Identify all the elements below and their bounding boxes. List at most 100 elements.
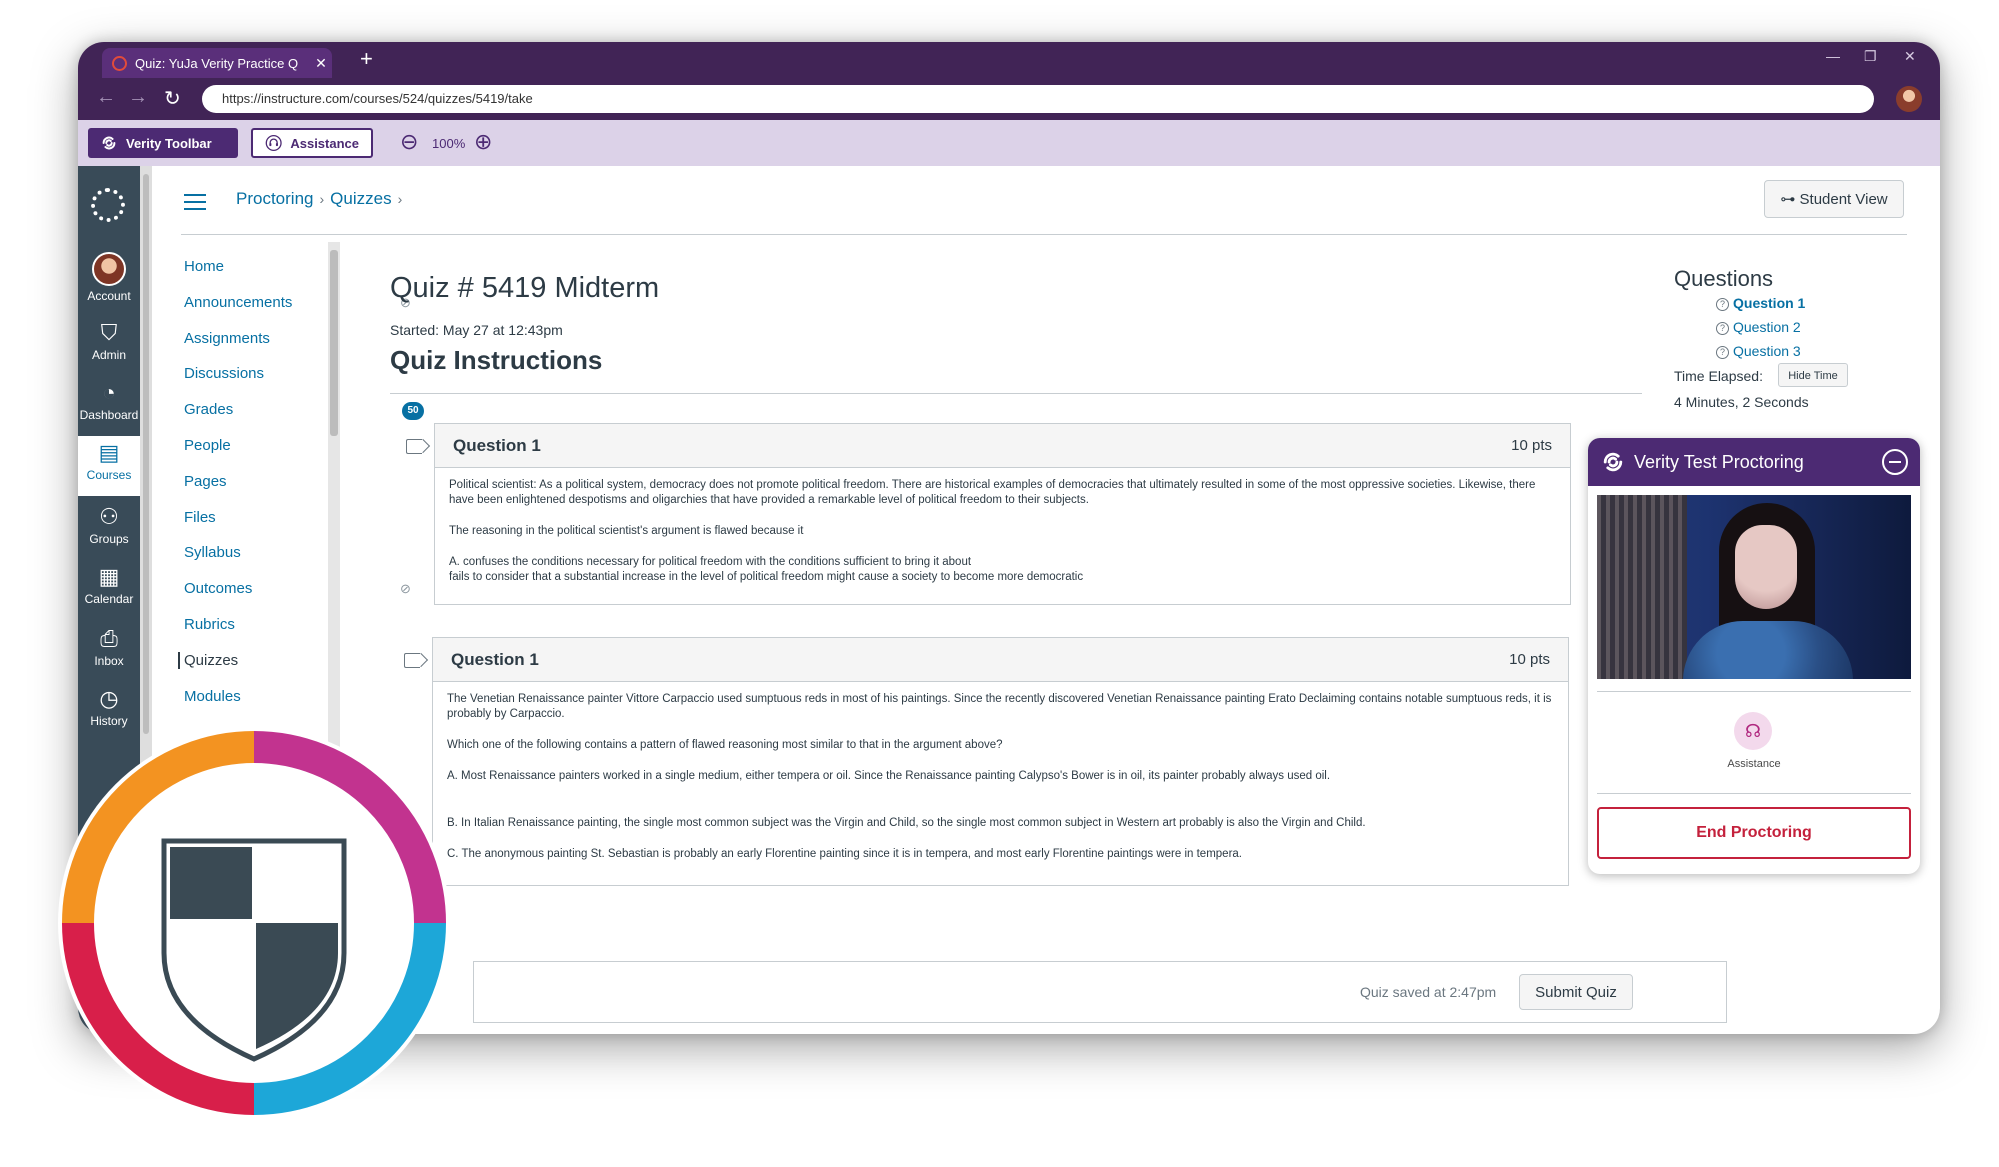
zoom-in-icon[interactable]: ⊕ — [474, 130, 492, 154]
proctoring-panel: Verity Test Proctoring ☊ Assistance End … — [1588, 438, 1920, 874]
course-nav-files[interactable]: Files — [184, 509, 216, 526]
assistance-headset-icon[interactable]: ☊ — [1734, 712, 1772, 750]
profile-avatar[interactable] — [1896, 86, 1922, 112]
panel-divider — [1597, 793, 1911, 794]
course-nav-quizzes[interactable]: Quizzes — [178, 652, 238, 669]
dashboard-icon: ◔ — [102, 380, 116, 405]
verity-logo-icon — [1603, 452, 1623, 472]
forward-icon[interactable]: → — [128, 86, 148, 109]
student-view-button[interactable]: ⊶ Student View — [1764, 180, 1904, 218]
course-nav-outcomes[interactable]: Outcomes — [184, 580, 252, 597]
question-link-1[interactable]: ? Question 1 — [1716, 295, 1805, 311]
course-nav-pages[interactable]: Pages — [184, 473, 227, 490]
global-nav-history[interactable]: ◷ History — [78, 686, 140, 728]
course-nav-announcements[interactable]: Announcements — [184, 294, 292, 311]
question-header: Question 1 10 pts — [435, 424, 1570, 468]
question-header: Question 1 10 pts — [433, 638, 1568, 682]
minimize-icon[interactable]: — — [1826, 48, 1840, 64]
question-name: Question 1 — [451, 649, 539, 669]
course-nav-assignments[interactable]: Assignments — [184, 330, 270, 347]
header-divider — [181, 234, 1907, 235]
question-link-2[interactable]: ? Question 2 — [1716, 319, 1801, 335]
answer-option[interactable]: B. In Italian Renaissance painting, the … — [447, 816, 1554, 831]
answer-option[interactable]: A. Most Renaissance painters worked in a… — [447, 769, 1554, 784]
global-nav-label: Groups — [89, 532, 129, 546]
panel-divider — [1597, 691, 1911, 692]
question-link-label: Question 3 — [1733, 343, 1801, 359]
quiz-instructions-heading: Quiz Instructions — [390, 345, 603, 375]
course-nav-people[interactable]: People — [184, 437, 231, 454]
global-nav-dashboard[interactable]: ◔ Dashboard — [78, 380, 140, 422]
global-nav-admin[interactable]: ⛉ Admin — [78, 320, 140, 362]
proctoring-title: Verity Test Proctoring — [1634, 451, 1804, 472]
student-view-label: Student View — [1799, 191, 1888, 208]
verity-toolbar: Verity Toolbar Assistance ⊖ 100% ⊕ — [78, 120, 1940, 166]
global-nav-calendar[interactable]: ▦ Calendar — [78, 564, 140, 606]
headset-icon — [265, 134, 282, 152]
breadcrumb-proctoring[interactable]: Proctoring — [236, 189, 313, 208]
reload-icon[interactable]: ↻ — [164, 86, 181, 111]
verity-toolbar-button[interactable]: Verity Toolbar — [88, 128, 238, 158]
calendar-icon: ▦ — [98, 564, 120, 589]
new-tab-button[interactable]: + — [360, 46, 373, 72]
browser-tab[interactable]: Quiz: YuJa Verity Practice Q ✕ — [102, 48, 332, 78]
back-icon[interactable]: ← — [96, 86, 116, 109]
question-mark-icon: ? — [1716, 322, 1729, 335]
course-nav-discussions[interactable]: Discussions — [184, 365, 264, 382]
close-window-icon[interactable]: ✕ — [1904, 48, 1916, 65]
groups-icon: ⚇ — [99, 504, 119, 529]
question-card: Question 1 10 pts Political scientist: A… — [434, 423, 1571, 605]
global-nav-groups[interactable]: ⚇ Groups — [78, 504, 140, 546]
course-nav-modules[interactable]: Modules — [184, 688, 241, 705]
tab-favicon-icon — [112, 55, 127, 71]
course-nav-rubrics[interactable]: Rubrics — [184, 616, 235, 633]
global-nav-label: Dashboard — [79, 408, 139, 422]
flag-question-icon[interactable] — [404, 653, 420, 668]
tab-bar: Quiz: YuJa Verity Practice Q ✕ + — ❐ ✕ — [78, 42, 1940, 78]
tab-title: Quiz: YuJa Verity Practice Q — [135, 55, 299, 71]
hamburger-menu-icon[interactable] — [184, 194, 206, 215]
hide-time-button[interactable]: Hide Time — [1778, 363, 1848, 387]
canvas-logo-icon[interactable] — [91, 188, 125, 222]
course-nav-grades[interactable]: Grades — [184, 401, 233, 418]
zoom-out-icon[interactable]: ⊖ — [400, 130, 418, 154]
question-link-3[interactable]: ? Question 3 — [1716, 343, 1801, 359]
answer-option[interactable]: fails to consider that a substantial inc… — [449, 570, 1556, 585]
restore-icon[interactable]: ❐ — [1864, 48, 1877, 65]
flag-question-icon[interactable] — [406, 439, 422, 454]
course-nav-home[interactable]: Home — [184, 258, 224, 275]
quiz-saved-status: Quiz saved at 2:47pm — [1360, 984, 1497, 1000]
assistance-label: Assistance — [290, 135, 359, 151]
global-nav-label: Inbox — [94, 654, 124, 668]
webcam-feed — [1597, 495, 1911, 679]
instructions-divider — [390, 393, 1642, 394]
tab-close-icon[interactable]: ✕ — [310, 55, 332, 72]
question-text: The reasoning in the political scientist… — [449, 525, 804, 537]
clock-icon: ◷ — [99, 686, 119, 711]
end-proctoring-button[interactable]: End Proctoring — [1597, 807, 1911, 859]
answer-option[interactable]: C. The anonymous painting St. Sebastian … — [447, 847, 1554, 862]
global-nav-label: Account — [87, 289, 131, 303]
url-input[interactable]: https://instructure.com/courses/524/quiz… — [202, 85, 1874, 113]
account-avatar — [92, 252, 126, 286]
zoom-level: 100% — [432, 136, 466, 151]
answer-option[interactable]: A. confuses the conditions necessary for… — [449, 555, 1556, 570]
time-elapsed-value: 4 Minutes, 2 Seconds — [1674, 394, 1809, 410]
breadcrumb-quizzes[interactable]: Quizzes — [330, 189, 391, 208]
global-nav-courses[interactable]: ▤ Courses — [78, 436, 140, 496]
global-nav-account[interactable]: Account — [78, 252, 140, 303]
grades-badge: 50 — [402, 402, 424, 420]
global-nav-label: Calendar — [84, 592, 134, 606]
submit-quiz-button[interactable]: Submit Quiz — [1519, 974, 1633, 1010]
global-nav-inbox[interactable]: ⎙ Inbox — [78, 626, 140, 668]
question-points: 10 pts — [1509, 651, 1550, 668]
question-link-label: Question 2 — [1733, 319, 1801, 335]
breadcrumb: Proctoring › Quizzes › — [236, 189, 408, 209]
breadcrumb-separator-icon: › — [397, 191, 403, 207]
course-nav-syllabus[interactable]: Syllabus — [184, 544, 241, 561]
assistance-button[interactable]: Assistance — [251, 128, 373, 158]
global-nav-label: Courses — [86, 468, 132, 482]
question-card: Question 1 10 pts The Venetian Renaissan… — [432, 637, 1569, 886]
proctoring-header: Verity Test Proctoring — [1588, 438, 1920, 486]
minimize-panel-icon[interactable] — [1882, 449, 1908, 475]
